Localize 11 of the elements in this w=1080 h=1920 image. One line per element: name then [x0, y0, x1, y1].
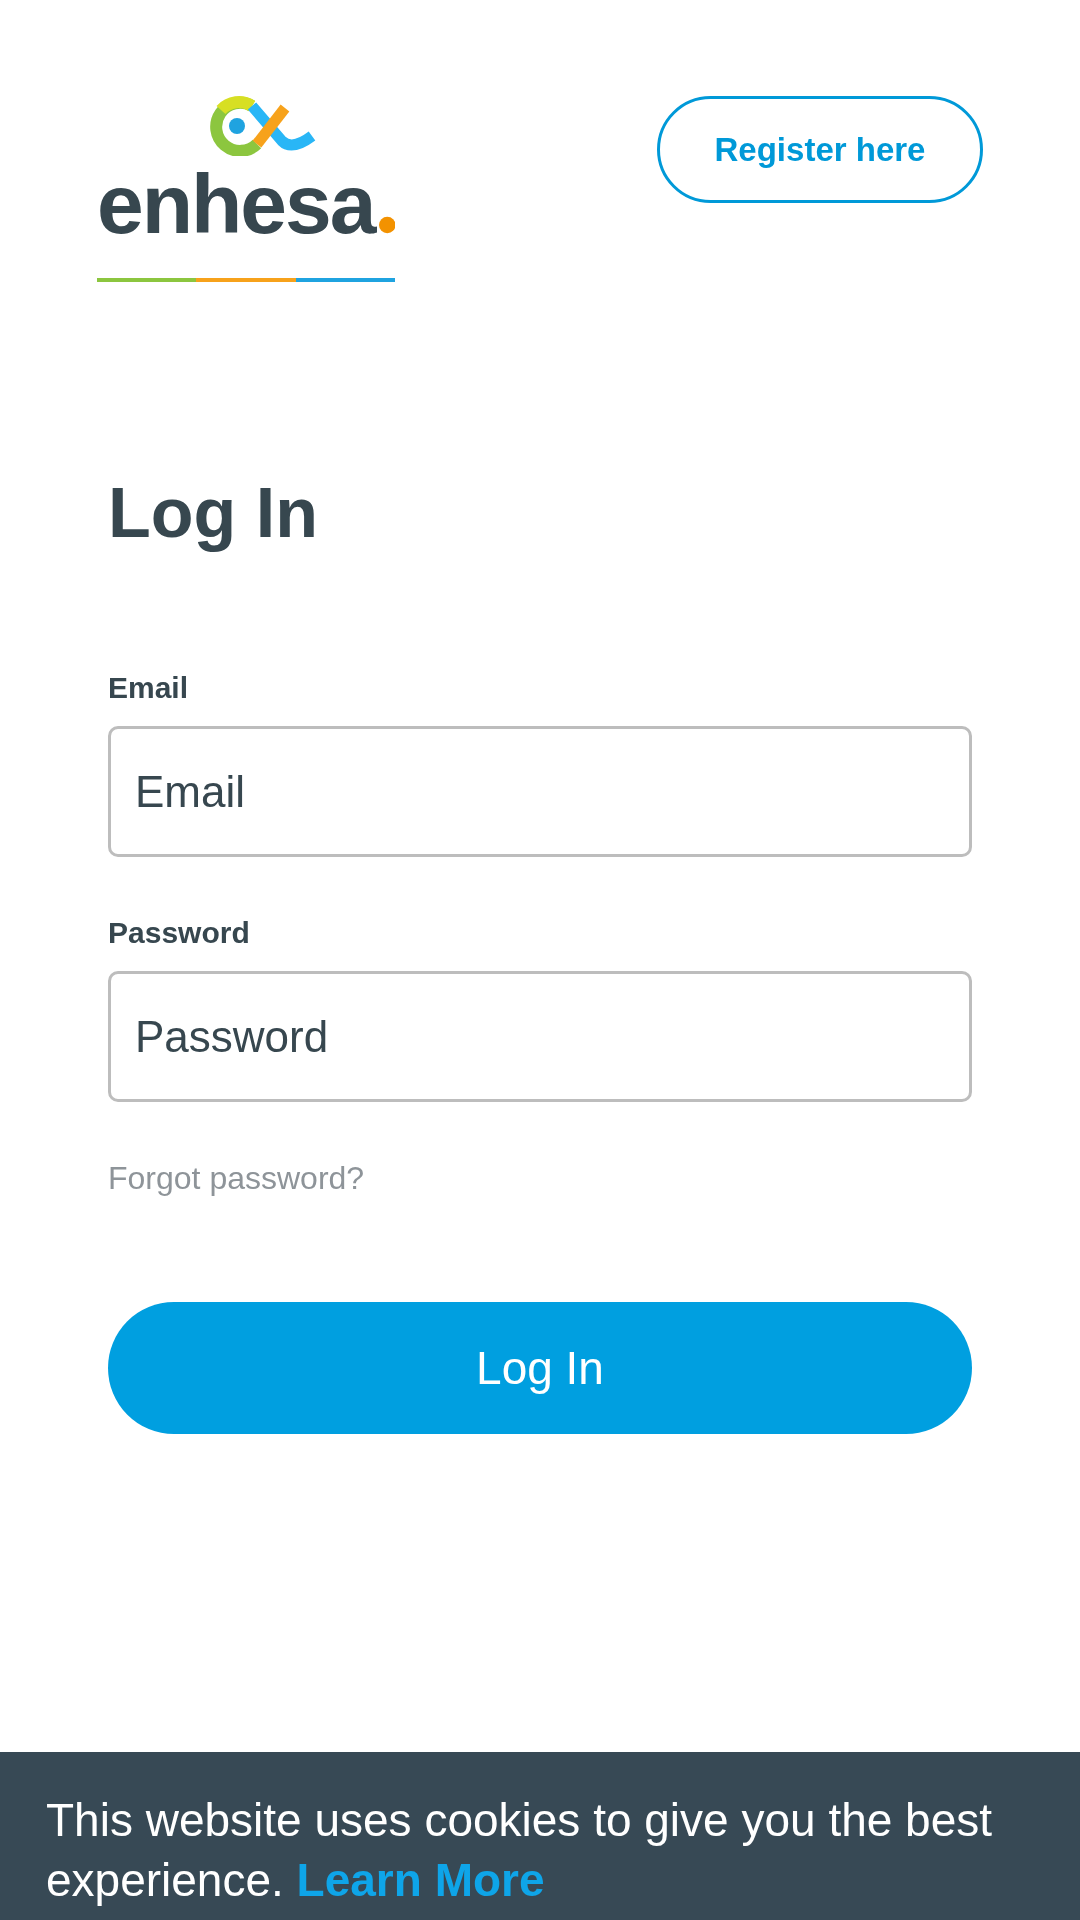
input-field[interactable]: Email: [108, 726, 972, 857]
register-button[interactable]: Register here: [657, 96, 983, 203]
login-button[interactable]: Log In: [108, 1302, 972, 1434]
learn-more-link[interactable]: Learn More: [296, 1854, 545, 1906]
cookie-notice: This website uses cookies to give you the best experience. Learn More: [46, 1793, 994, 1908]
field-label: Password: [108, 915, 251, 951]
field-label: Email: [108, 670, 190, 706]
logo-dot-icon: [378, 216, 395, 234]
input-field[interactable]: Password: [108, 971, 972, 1102]
forgot-password-link[interactable]: Forgot password?: [108, 1154, 365, 1202]
logo-wordmark: enhesa: [97, 162, 375, 246]
